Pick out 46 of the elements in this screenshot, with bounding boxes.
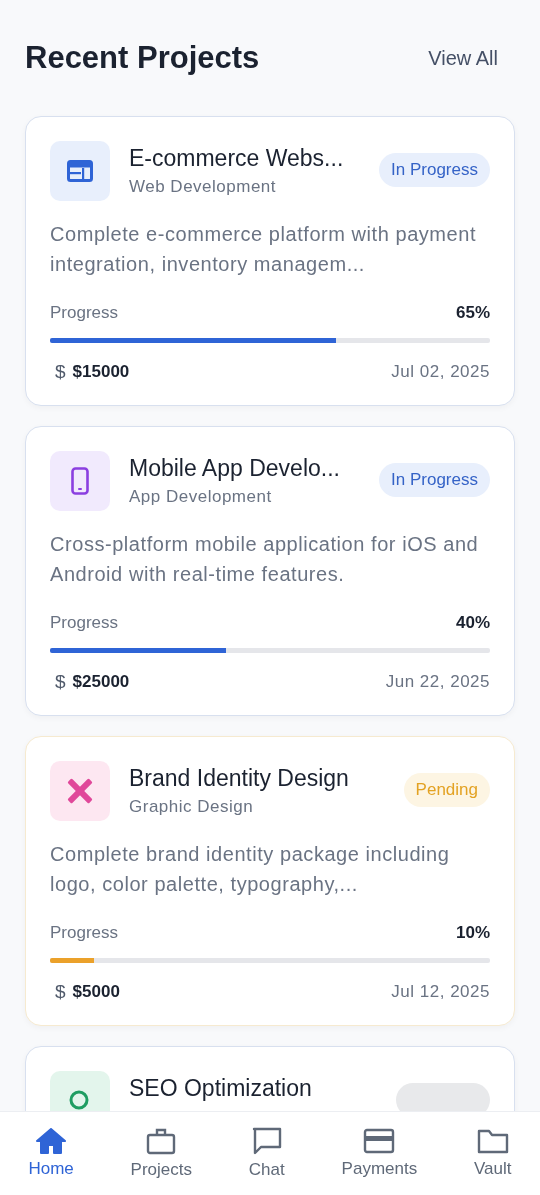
project-card[interactable]: SEO Optimization [25, 1046, 515, 1111]
project-date: Jul 12, 2025 [391, 982, 490, 1002]
project-description: Complete brand identity package including logo, color palette, typography,... [50, 842, 451, 897]
project-description: Complete e-commerce platform with payment integration, inventory managem... [50, 222, 478, 277]
nav-tab[interactable]: Vault [474, 1128, 512, 1179]
project-date: Jun 22, 2025 [385, 672, 490, 692]
project-title: Brand Identity Design [129, 765, 350, 792]
project-budget: $5000 [72, 982, 120, 1002]
progress-label: Progress [50, 923, 119, 943]
nav-tab[interactable]: Home [28, 1128, 74, 1179]
nav-tab[interactable]: Payments [341, 1128, 418, 1179]
phone-icon [71, 467, 89, 495]
project-category: Graphic Design [129, 797, 255, 817]
status-badge: In Progress [379, 463, 490, 497]
project-category: App Development [129, 487, 273, 507]
briefcase-icon [146, 1127, 177, 1155]
project-date: Jul 02, 2025 [391, 362, 490, 382]
project-category: Web Development [129, 177, 278, 197]
project-budget: $15000 [72, 362, 130, 382]
project-card[interactable]: Mobile App Develo... App Development In Progress Cross-platform mobile application for iOS and Android with real-time features. Progress 40% $ $25000 Jun 22, 2025 [25, 426, 515, 716]
folder-icon [476, 1128, 509, 1154]
project-title: Mobile App Develo... [129, 455, 341, 482]
dollar-icon: $ [55, 981, 66, 1003]
section-title: Recent Projects [25, 40, 260, 76]
progress-label: Progress [50, 613, 119, 633]
browser-window-icon [67, 160, 93, 182]
nav-tab[interactable]: Projects [130, 1127, 192, 1180]
project-title: E-commerce Webs... [129, 145, 345, 172]
status-badge: Pending [403, 773, 490, 807]
dollar-icon: $ [55, 671, 66, 693]
project-title: SEO Optimization [129, 1075, 313, 1102]
project-budget: $25000 [72, 672, 130, 692]
progress-label: Progress [50, 303, 119, 323]
home-icon [36, 1128, 67, 1154]
project-description: Cross-platform mobile application for iOS and Android with real-time features. [50, 532, 480, 587]
view-all-link[interactable]: View All [428, 46, 498, 70]
project-card[interactable]: Brand Identity Design Graphic Design Pending Complete brand identity package including logo, color palette, typography,... Progress 10% $ $5000 Jul 12, 2025 [25, 736, 515, 1026]
chat-bubble-icon [251, 1127, 282, 1155]
progress-value: 65% [455, 303, 490, 323]
progress-value: 10% [455, 923, 490, 943]
nav-tab[interactable]: Chat [248, 1127, 285, 1180]
progress-value: 40% [455, 613, 490, 633]
dollar-icon: $ [55, 361, 66, 383]
status-badge: In Progress [379, 153, 490, 187]
credit-card-icon [363, 1128, 396, 1154]
project-card[interactable]: E-commerce Webs... Web Development In Progress Complete e-commerce platform with payment integration, inventory managem... Progress 65% $ $15000 Jul 02, 2025 [25, 116, 515, 406]
